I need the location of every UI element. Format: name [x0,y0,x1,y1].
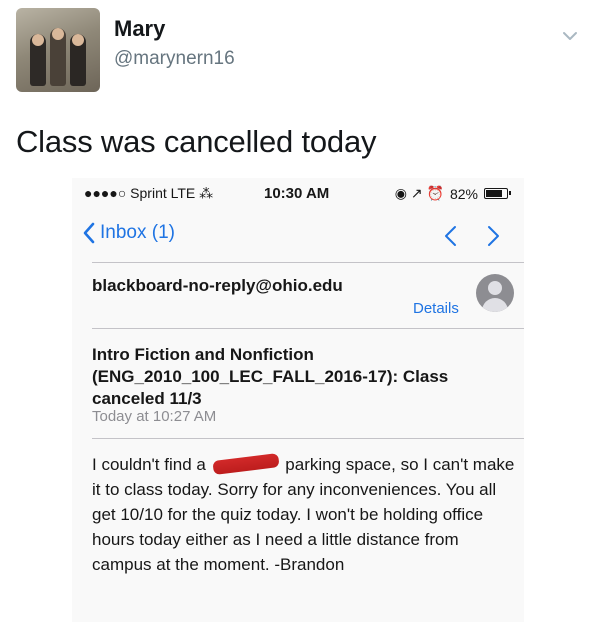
email-date: Today at 10:27 AM [92,408,217,425]
avatar-head [32,34,44,46]
divider [92,262,524,263]
status-icons: ◉ ↗ ⏰ [394,185,444,201]
divider [92,438,524,439]
chevron-left-icon [83,222,95,244]
battery-fill [486,190,502,197]
divider [92,328,524,329]
back-to-inbox-button[interactable]: Inbox (1) [82,222,175,244]
battery-percent: 82% [449,185,478,202]
contact-avatar-icon[interactable] [476,274,514,312]
carrier-signal: ●●●●○ Sprint LTE ⁂ [84,185,214,201]
details-link[interactable]: Details [413,300,459,317]
email-body: I couldn't find a parking space, so I ca… [92,452,517,577]
email-message: blackboard-no-reply@ohio.edu Details Int… [82,262,524,622]
battery-icon [484,188,511,199]
message-navigation [442,224,502,248]
tweet-text: Class was cancelled today [16,124,377,159]
avatar-head [488,281,502,295]
previous-message-button[interactable] [442,224,460,248]
email-subject: Intro Fiction and Nonfiction (ENG_2010_1… [92,345,449,408]
avatar-body [482,298,508,312]
avatar[interactable] [16,8,100,92]
display-name[interactable]: Mary [114,16,165,42]
next-message-button[interactable] [484,224,502,248]
chevron-down-icon[interactable] [560,26,580,46]
redaction-scribble [211,453,280,475]
user-handle[interactable]: @marynern16 [114,48,235,70]
sender-address[interactable]: blackboard-no-reply@ohio.edu [92,276,343,296]
mail-nav-bar: Inbox (1) [72,218,524,254]
chevron-right-icon [488,226,499,246]
avatar-head [52,28,64,40]
back-label: Inbox (1) [100,222,175,243]
status-indicators: ◉ ↗ ⏰ 82% [394,185,511,202]
body-text-start: I couldn't find a [92,455,206,474]
status-time: 10:30 AM [264,185,330,202]
status-bar: ●●●●○ Sprint LTE ⁂ 10:30 AM ◉ ↗ ⏰ 82% [72,178,524,204]
email-screenshot: ●●●●○ Sprint LTE ⁂ 10:30 AM ◉ ↗ ⏰ 82% In… [72,178,524,622]
avatar-head [72,34,84,46]
chevron-left-icon [445,226,456,246]
tweet-header: Mary @marynern16 [0,0,600,110]
